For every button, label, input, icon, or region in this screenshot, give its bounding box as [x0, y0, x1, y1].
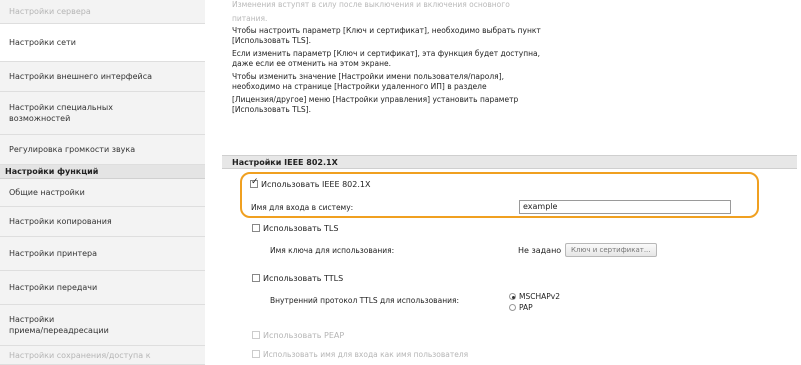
sidebar-item-receive-forward[interactable]: Настройки приема/переадресации — [0, 305, 205, 346]
ttls-option-mschapv2[interactable]: MSCHAPv2 — [509, 292, 560, 301]
notice-line: [Использовать TLS]. — [232, 105, 311, 114]
ttls-option-pap[interactable]: PAP — [509, 303, 533, 312]
sidebar-item-label-line1: Настройки специальных — [9, 103, 113, 112]
notice-line: Если изменить параметр [Ключ и сертифика… — [232, 49, 541, 58]
use-ttls-label: Использовать TTLS — [263, 274, 344, 283]
notice-line: Изменения вступят в силу после выключени… — [232, 0, 510, 9]
sidebar-item-label: Настройки передачи — [9, 283, 98, 292]
sidebar-item-label: Настройки сохранения/доступа к — [9, 350, 151, 360]
sidebar-item-server-settings[interactable]: Настройки сервера — [0, 0, 205, 24]
use-peap-checkbox[interactable] — [252, 331, 260, 339]
notice-line: даже если ее отменить на этом экране. — [232, 59, 392, 68]
ieee-section-title: Настройки IEEE 802.1X — [222, 155, 797, 169]
sidebar-item-common[interactable]: Общие настройки — [0, 179, 205, 207]
use-peap-row[interactable]: Использовать PEAP — [252, 331, 344, 340]
notice-line: питания. — [232, 14, 268, 23]
use-tls-label: Использовать TLS — [263, 224, 339, 233]
sidebar-item-label-line1: Настройки — [9, 315, 55, 324]
notice-line: [Использовать TLS]. — [232, 36, 311, 45]
use-ieee-row[interactable]: Использовать IEEE 802.1X — [250, 177, 371, 189]
key-cert-button[interactable]: Ключ и сертификат... — [565, 243, 657, 257]
notice-line: необходимо на странице [Настройки удален… — [232, 82, 487, 91]
sidebar-item-label: Настройки принтера — [9, 249, 98, 258]
sidebar-item-volume[interactable]: Регулировка громкости звука — [0, 135, 205, 165]
radio-mschapv2[interactable] — [509, 293, 516, 300]
use-ttls-checkbox[interactable] — [252, 274, 260, 282]
sidebar-section-function-settings[interactable]: Настройки функций — [0, 165, 205, 179]
sidebar-item-accessibility[interactable]: Настройки специальных возможностей — [0, 92, 205, 135]
sidebar-item-label-line2: возможностей — [9, 114, 71, 123]
ttls-option-label: PAP — [519, 303, 533, 312]
use-login-as-user-checkbox[interactable] — [252, 350, 260, 358]
main-panel: Изменения вступят в силу после выключени… — [222, 0, 801, 365]
sidebar-item-label: Настройки копирования — [9, 217, 112, 226]
sidebar-item-label-line2: приема/переадресации — [9, 326, 109, 335]
sidebar-item-printer[interactable]: Настройки принтера — [0, 237, 205, 271]
sidebar-item-external-interface[interactable]: Настройки внешнего интерфейса — [0, 62, 205, 92]
key-name-label: Имя ключа для использования: — [270, 246, 395, 255]
use-tls-checkbox[interactable] — [252, 224, 260, 232]
ttls-protocol-label: Внутренний протокол TTLS для использован… — [270, 296, 460, 305]
use-tls-row[interactable]: Использовать TLS — [252, 224, 338, 233]
use-login-as-user-row[interactable]: Использовать имя для входа как имя польз… — [252, 350, 468, 359]
sidebar-item-label: Настройки внешнего интерфейса — [9, 72, 153, 81]
notice-line: Чтобы изменить значение [Настройки имени… — [232, 72, 504, 81]
login-name-input[interactable]: example — [519, 200, 731, 214]
notice-line: [Лицензия/другое] меню [Настройки управл… — [232, 95, 519, 104]
sidebar-section-label: Настройки функций — [5, 167, 99, 176]
sidebar-item-storage-access[interactable]: Настройки сохранения/доступа к — [0, 346, 205, 365]
use-peap-label: Использовать PEAP — [263, 331, 345, 340]
sidebar-item-label: Общие настройки — [9, 188, 85, 197]
sidebar-item-label: Настройки сети — [9, 38, 76, 47]
use-login-as-user-label: Использовать имя для входа как имя польз… — [263, 350, 469, 359]
sidebar-item-copy[interactable]: Настройки копирования — [0, 207, 205, 237]
login-name-label: Имя для входа в систему: — [251, 203, 354, 212]
radio-pap[interactable] — [509, 304, 516, 311]
sidebar: Настройки сервера Настройки сети Настрой… — [0, 0, 205, 365]
notice-line: Чтобы настроить параметр [Ключ и сертифи… — [232, 26, 541, 35]
use-ieee-checkbox[interactable] — [250, 177, 259, 188]
use-ieee-label: Использовать IEEE 802.1X — [261, 180, 371, 189]
sidebar-item-send[interactable]: Настройки передачи — [0, 271, 205, 305]
ttls-option-label: MSCHAPv2 — [519, 292, 560, 301]
key-name-value: Не задано — [518, 246, 562, 255]
sidebar-item-label: Регулировка громкости звука — [9, 145, 136, 154]
sidebar-item-label: Настройки сервера — [9, 7, 91, 16]
sidebar-item-network[interactable]: Настройки сети — [0, 24, 205, 62]
use-ttls-row[interactable]: Использовать TTLS — [252, 274, 343, 283]
notice-text: Изменения вступят в силу после выключени… — [232, 0, 652, 115]
